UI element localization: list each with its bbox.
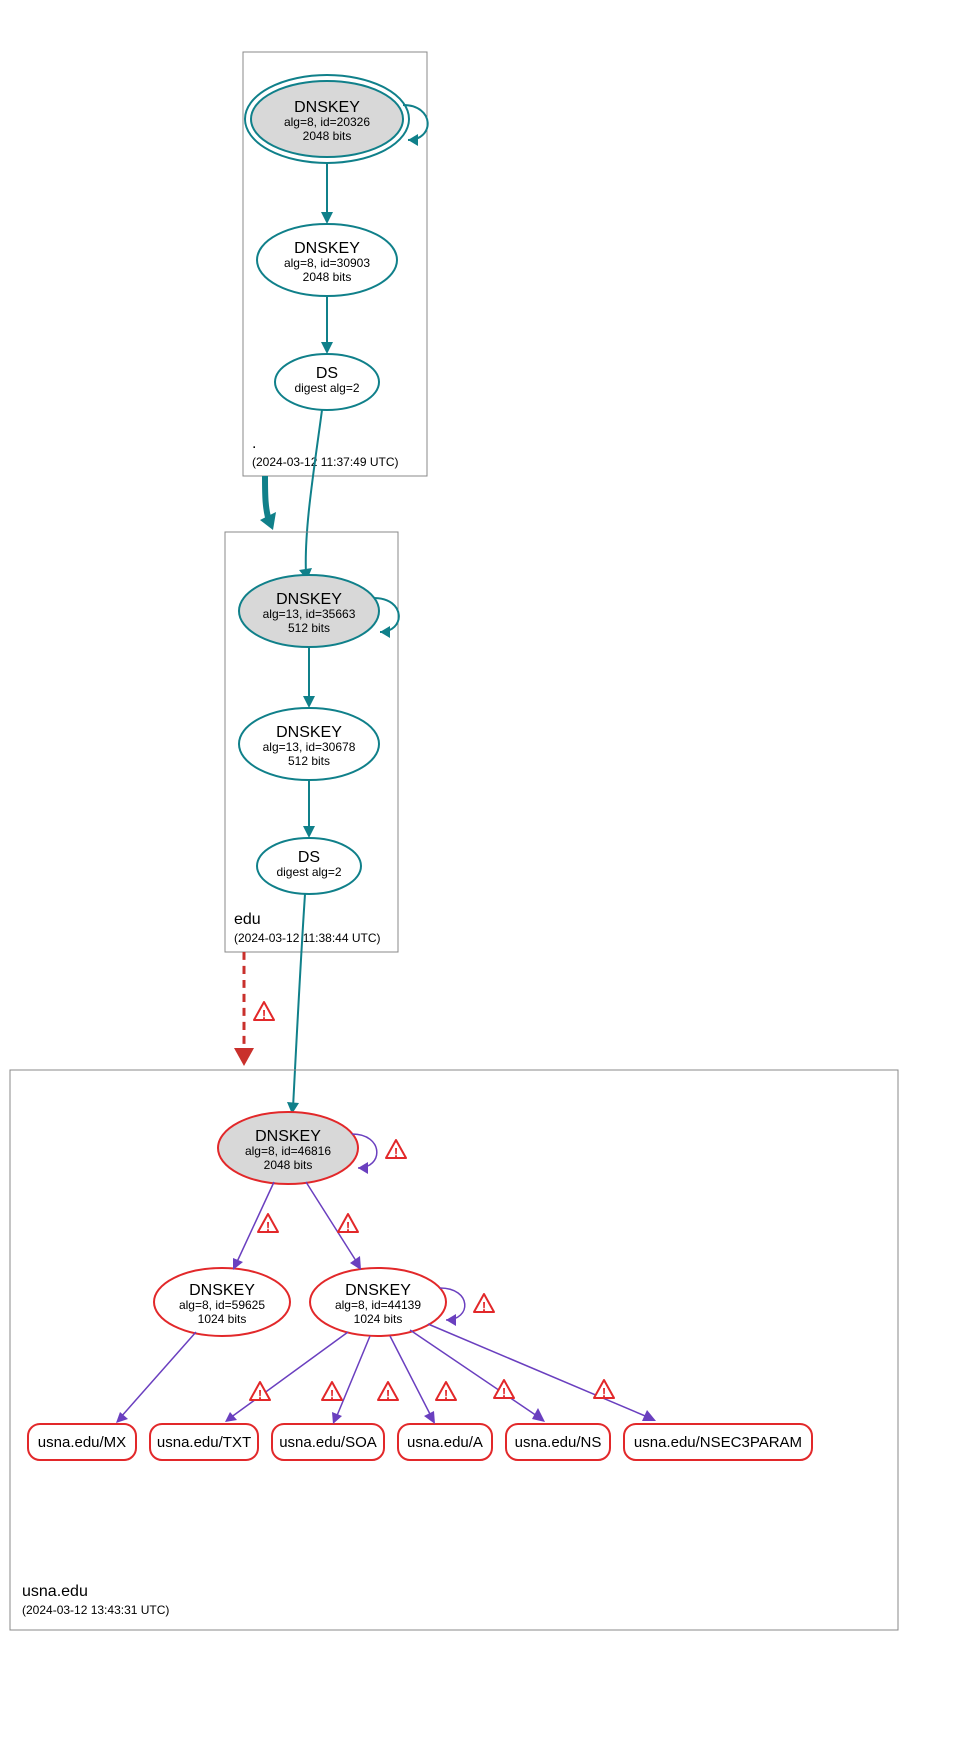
svg-text:DNSKEY: DNSKEY xyxy=(294,240,360,257)
svg-text:usna.edu/TXT: usna.edu/TXT xyxy=(157,1434,251,1451)
node-usna-zsk2: DNSKEY alg=8, id=44139 1024 bits xyxy=(310,1268,446,1336)
svg-text:usna.edu/A: usna.edu/A xyxy=(407,1434,483,1451)
node-edu-zsk: DNSKEY alg=13, id=30678 512 bits xyxy=(239,708,379,780)
warn-icon xyxy=(474,1294,494,1314)
zone-root-timestamp: (2024-03-12 11:37:49 UTC) xyxy=(252,455,399,469)
svg-text:alg=8, id=20326: alg=8, id=20326 xyxy=(284,115,370,129)
node-root-zsk: DNSKEY alg=8, id=30903 2048 bits xyxy=(257,224,397,296)
edge-zsk2-txt xyxy=(230,1332,348,1418)
svg-text:DNSKEY: DNSKEY xyxy=(276,591,342,608)
svg-text:usna.edu/NS: usna.edu/NS xyxy=(515,1434,602,1451)
node-edu-ksk: DNSKEY alg=13, id=35663 512 bits xyxy=(239,575,379,647)
edge-eduds-usnaksk xyxy=(293,894,305,1108)
svg-text:usna.edu/MX: usna.edu/MX xyxy=(38,1434,126,1451)
edge-zsk2-a xyxy=(390,1336,432,1418)
svg-text:usna.edu/NSEC3PARAM: usna.edu/NSEC3PARAM xyxy=(634,1434,802,1451)
node-usna-ksk: DNSKEY alg=8, id=46816 2048 bits xyxy=(218,1112,358,1184)
rrset-txt: usna.edu/TXT xyxy=(150,1424,258,1460)
node-root-ds: DS digest alg=2 xyxy=(275,354,379,410)
node-root-ksk: DNSKEY alg=8, id=20326 2048 bits xyxy=(245,75,409,163)
svg-text:DNSKEY: DNSKEY xyxy=(189,1282,255,1299)
zone-root-name: . xyxy=(252,435,256,452)
svg-text:DNSKEY: DNSKEY xyxy=(345,1282,411,1299)
svg-text:digest alg=2: digest alg=2 xyxy=(294,381,359,395)
svg-text:DNSKEY: DNSKEY xyxy=(294,99,360,116)
warn-icon xyxy=(338,1214,358,1234)
svg-text:alg=8, id=59625: alg=8, id=59625 xyxy=(179,1298,265,1312)
svg-text:DNSKEY: DNSKEY xyxy=(255,1128,321,1145)
warn-icon xyxy=(378,1382,398,1402)
warn-icon xyxy=(436,1382,456,1402)
rrset-a: usna.edu/A xyxy=(398,1424,492,1460)
rrset-ns: usna.edu/NS xyxy=(506,1424,610,1460)
svg-text:alg=8, id=44139: alg=8, id=44139 xyxy=(335,1298,421,1312)
warn-icon xyxy=(254,1002,274,1022)
svg-text:2048 bits: 2048 bits xyxy=(303,270,352,284)
zone-edu-timestamp: (2024-03-12 11:38:44 UTC) xyxy=(234,931,381,945)
zone-usna-timestamp: (2024-03-12 13:43:31 UTC) xyxy=(22,1603,169,1617)
warn-icon xyxy=(494,1380,514,1400)
svg-text:alg=8, id=46816: alg=8, id=46816 xyxy=(245,1144,331,1158)
svg-text:2048 bits: 2048 bits xyxy=(264,1158,313,1172)
rrset-soa: usna.edu/SOA xyxy=(272,1424,384,1460)
svg-text:DS: DS xyxy=(298,849,320,866)
dnssec-diagram: ! . (2024-03-12 11:37:49 UTC) DNSKEY alg… xyxy=(0,0,964,1752)
edge-zsk2-soa xyxy=(336,1336,370,1418)
warn-icon xyxy=(594,1380,614,1400)
svg-text:digest alg=2: digest alg=2 xyxy=(276,865,341,879)
svg-text:1024 bits: 1024 bits xyxy=(198,1312,247,1326)
edge-zsk2-nsec xyxy=(428,1324,650,1418)
svg-text:DS: DS xyxy=(316,365,338,382)
warn-icon xyxy=(258,1214,278,1234)
svg-text:1024 bits: 1024 bits xyxy=(354,1312,403,1326)
svg-text:alg=8, id=30903: alg=8, id=30903 xyxy=(284,256,370,270)
svg-text:usna.edu/SOA: usna.edu/SOA xyxy=(279,1434,377,1451)
edge-rootds-eduksk xyxy=(306,410,322,574)
zone-edu-name: edu xyxy=(234,911,261,928)
edge-zsk1-mx xyxy=(120,1332,196,1418)
svg-text:alg=13, id=30678: alg=13, id=30678 xyxy=(263,740,356,754)
zone-usna xyxy=(10,1070,898,1630)
node-edu-ds: DS digest alg=2 xyxy=(257,838,361,894)
warn-icon xyxy=(250,1382,270,1402)
zone-usna-name: usna.edu xyxy=(22,1583,88,1600)
rrset-mx: usna.edu/MX xyxy=(28,1424,136,1460)
svg-text:alg=13, id=35663: alg=13, id=35663 xyxy=(263,607,356,621)
warn-icon xyxy=(386,1140,406,1160)
node-usna-zsk1: DNSKEY alg=8, id=59625 1024 bits xyxy=(154,1268,290,1336)
svg-text:512 bits: 512 bits xyxy=(288,754,330,768)
svg-text:DNSKEY: DNSKEY xyxy=(276,724,342,741)
svg-text:512 bits: 512 bits xyxy=(288,621,330,635)
rrset-nsec3param: usna.edu/NSEC3PARAM xyxy=(624,1424,812,1460)
warn-icon xyxy=(322,1382,342,1402)
svg-text:2048 bits: 2048 bits xyxy=(303,129,352,143)
